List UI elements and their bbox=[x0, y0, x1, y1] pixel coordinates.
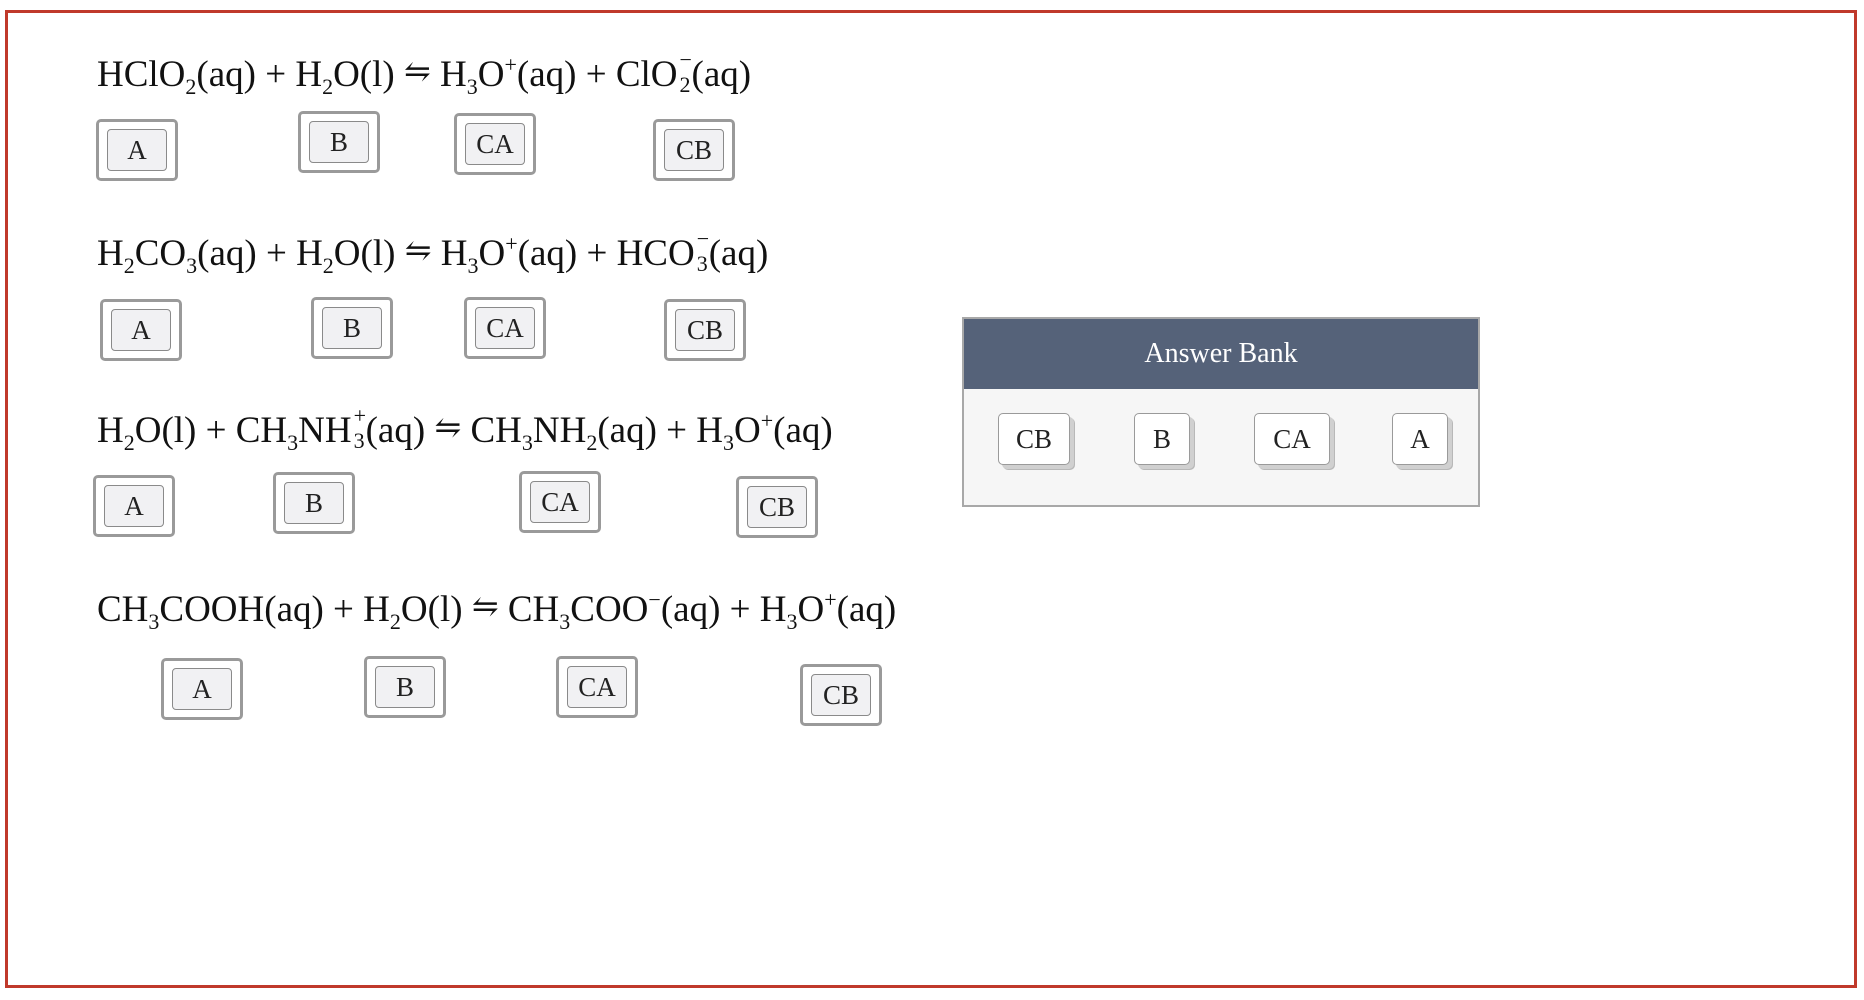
drop-target-eq1-2[interactable]: B bbox=[298, 111, 380, 173]
label-chip[interactable]: CA bbox=[530, 481, 590, 523]
drop-target-eq4-2[interactable]: B bbox=[364, 656, 446, 718]
drop-target-eq3-1[interactable]: A bbox=[93, 475, 175, 537]
equation-1: HClO2(aq) + H2O(l) ⇋ H3O+(aq) + ClO −2 (aq… bbox=[97, 47, 752, 99]
label-chip[interactable]: CA bbox=[475, 307, 535, 349]
equation-4: CH3COOH(aq) + H2O(l) ⇋ CH3COO−(aq) + H3O… bbox=[97, 587, 897, 634]
drop-target-eq1-1[interactable]: A bbox=[96, 119, 178, 181]
label-chip[interactable]: CA bbox=[465, 123, 525, 165]
equation-2: H2CO3(aq) + H2O(l) ⇋ H3O+(aq) + HCO −3 (aq… bbox=[97, 226, 769, 278]
label-chip[interactable]: A bbox=[111, 309, 171, 351]
label-chip[interactable]: B bbox=[375, 666, 435, 708]
drop-target-eq4-3[interactable]: CA bbox=[556, 656, 638, 718]
answer-bank-item-a[interactable]: A bbox=[1392, 413, 1448, 465]
label-chip[interactable]: CB bbox=[747, 486, 807, 528]
label-chip[interactable]: A bbox=[107, 129, 167, 171]
label-chip[interactable]: CB bbox=[811, 674, 871, 716]
answer-bank-title: Answer Bank bbox=[964, 319, 1478, 389]
label-chip[interactable]: B bbox=[322, 307, 382, 349]
drop-target-eq1-3[interactable]: CA bbox=[454, 113, 536, 175]
drop-target-eq2-1[interactable]: A bbox=[100, 299, 182, 361]
label-chip[interactable]: CB bbox=[664, 129, 724, 171]
label-chip[interactable]: B bbox=[284, 482, 344, 524]
answer-bank-item-b[interactable]: B bbox=[1134, 413, 1190, 465]
drop-target-eq3-2[interactable]: B bbox=[273, 472, 355, 534]
answer-bank-item-ca[interactable]: CA bbox=[1254, 413, 1330, 465]
label-chip[interactable]: CB bbox=[675, 309, 735, 351]
drop-target-eq3-4[interactable]: CB bbox=[736, 476, 818, 538]
label-chip[interactable]: CA bbox=[567, 666, 627, 708]
label-chip[interactable]: A bbox=[104, 485, 164, 527]
drop-target-eq2-4[interactable]: CB bbox=[664, 299, 746, 361]
drop-target-eq1-4[interactable]: CB bbox=[653, 119, 735, 181]
answer-bank: Answer Bank CB B CA A bbox=[962, 317, 1480, 507]
equation-3: H2O(l) + CH3NH +3 (aq) ⇋ CH3NH2(aq) + H3O+… bbox=[97, 403, 833, 455]
answer-bank-item-cb[interactable]: CB bbox=[998, 413, 1070, 465]
drop-target-eq2-2[interactable]: B bbox=[311, 297, 393, 359]
label-chip[interactable]: A bbox=[172, 668, 232, 710]
drop-target-eq4-4[interactable]: CB bbox=[800, 664, 882, 726]
drop-target-eq2-3[interactable]: CA bbox=[464, 297, 546, 359]
drop-target-eq4-1[interactable]: A bbox=[161, 658, 243, 720]
label-chip[interactable]: B bbox=[309, 121, 369, 163]
drop-target-eq3-3[interactable]: CA bbox=[519, 471, 601, 533]
